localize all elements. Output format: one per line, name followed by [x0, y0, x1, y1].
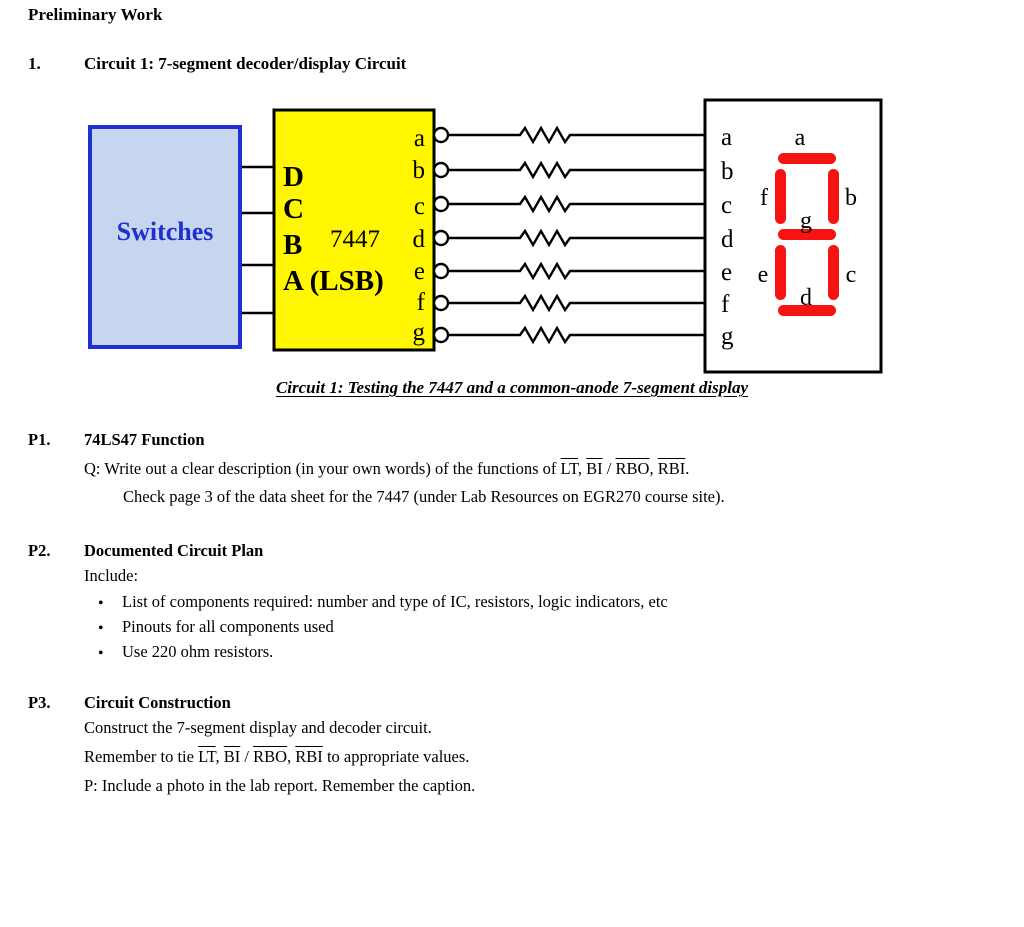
segment-annotation-c: c	[846, 262, 857, 288]
segment-annotation-b: b	[845, 185, 857, 211]
segment-annotation-d: d	[800, 285, 812, 311]
section-p1-label: P1.	[28, 430, 51, 449]
p3-sep-2: /	[240, 747, 254, 766]
chip-input-label-b: B	[283, 229, 302, 261]
page-title: Preliminary Work	[28, 5, 163, 24]
p1-signal-rbi: RBI	[657, 459, 686, 478]
section-p1-title: 74LS47 Function	[84, 430, 205, 449]
p3-signal-rbo: RBO	[253, 747, 288, 766]
segment-annotation-a: a	[795, 125, 806, 151]
p3-signal-rbi: RBI	[295, 747, 323, 766]
section-p2-intro: Include:	[84, 566, 139, 585]
p1-sep-1: ,	[577, 459, 587, 478]
p3-sep-1: ,	[215, 747, 224, 766]
p3-line2-pre: Remember to tie	[84, 747, 199, 766]
document-page: Preliminary Work 1. Circuit 1: 7-segment…	[0, 0, 1024, 927]
p3-signal-bi: BI	[223, 747, 241, 766]
chip-output-label-b: b	[413, 157, 426, 184]
p3-signal-lt: LT	[198, 747, 216, 766]
figure-caption: Circuit 1: Testing the 7447 and a common…	[0, 378, 1024, 398]
p3-line2-end: to appropriate values.	[322, 747, 470, 766]
segment-f	[775, 169, 786, 224]
chip-part-number: 7447	[330, 226, 380, 253]
chip-output-label-a: a	[414, 125, 425, 152]
bullet-icon-3: •	[98, 645, 104, 662]
display-pin-label-g: g	[721, 323, 734, 350]
section-p2-bullet-1: List of components required: number and …	[122, 592, 668, 611]
p1-signal-rbo: RBO	[615, 459, 650, 478]
segment-e	[775, 245, 786, 300]
circuit-diagram: Switches D C B A (LSB) 7447 a b c d e f …	[0, 90, 1024, 380]
resistor-network	[448, 125, 705, 345]
section-p2-bullet-3: Use 220 ohm resistors.	[122, 642, 274, 661]
display-pin-label-b: b	[721, 158, 734, 185]
segment-b	[828, 169, 839, 224]
section-p1-question: Q: Write out a clear description (in you…	[84, 459, 689, 479]
chip-output-label-e: e	[414, 258, 425, 285]
p1-question-pre: Q: Write out a clear description (in you…	[84, 459, 561, 478]
segment-c	[828, 245, 839, 300]
segment-annotation-g: g	[800, 208, 812, 234]
chip-output-label-f: f	[417, 289, 426, 316]
section-p1-datasheet-note: Check page 3 of the data sheet for the 7…	[123, 487, 725, 506]
section-p3-line-3: P: Include a photo in the lab report. Re…	[84, 776, 476, 795]
chip-input-label-a: A (LSB)	[283, 265, 384, 297]
segment-a	[778, 153, 836, 164]
item-1-number: 1.	[28, 54, 41, 73]
p1-sep-2: /	[602, 459, 616, 478]
display-pin-label-f: f	[721, 291, 730, 318]
inverter-bubble-icon-group	[432, 126, 450, 344]
display-pin-label-d: d	[721, 226, 734, 253]
bullet-icon-1: •	[98, 595, 104, 612]
display-pin-label-e: e	[721, 259, 732, 286]
switch-to-chip-wires	[240, 165, 275, 315]
chip-output-label-d: d	[413, 226, 426, 253]
display-pin-label-a: a	[721, 124, 732, 151]
p1-signal-bi: BI	[586, 459, 603, 478]
section-p3-label: P3.	[28, 693, 51, 712]
chip-input-label-d: D	[283, 161, 304, 193]
section-p3-line-1: Construct the 7-segment display and deco…	[84, 718, 432, 737]
section-p2-bullet-2: Pinouts for all components used	[122, 617, 334, 636]
p1-signal-lt: LT	[560, 459, 578, 478]
item-1-title: Circuit 1: 7-segment decoder/display Cir…	[84, 54, 407, 73]
segment-annotation-f: f	[760, 185, 768, 211]
section-p3-line-2: Remember to tie LT, BI / RBO, RBI to app…	[84, 747, 469, 767]
figure-caption-text: Circuit 1: Testing the 7447 and a common…	[275, 378, 749, 397]
chip-input-label-c: C	[283, 193, 304, 225]
section-p3-title: Circuit Construction	[84, 693, 231, 712]
section-p2-title: Documented Circuit Plan	[84, 541, 264, 560]
display-pin-label-c: c	[721, 192, 732, 219]
section-p2-label: P2.	[28, 541, 51, 560]
chip-output-label-c: c	[414, 193, 425, 220]
segment-annotation-e: e	[758, 262, 769, 288]
switches-box-label: Switches	[117, 217, 214, 246]
p1-period: .	[685, 459, 690, 478]
bullet-icon-2: •	[98, 620, 104, 637]
chip-output-label-g: g	[413, 319, 426, 346]
p1-sep-3: ,	[649, 459, 658, 478]
